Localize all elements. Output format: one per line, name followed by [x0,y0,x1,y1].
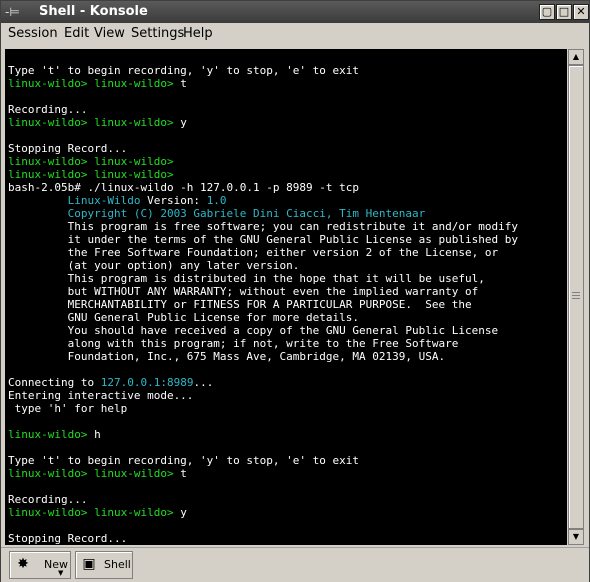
new-session-label: New [44,558,68,571]
terminal-text: Connecting to [8,376,101,389]
dropdown-arrow-icon[interactable]: ▼ [58,569,63,577]
terminal-text: y [180,506,187,519]
terminal-text: but WITHOUT ANY WARRANTY; without even t… [8,285,479,298]
terminal-line: Recording... [8,493,87,506]
terminal-text: 8989 [166,376,194,389]
terminal-text: MERCHANTABILITY or FITNESS FOR A PARTICU… [8,298,472,311]
konsole-window: -⊨ Shell - Konsole ▢ □ ✕ Session Edit Vi… [0,0,590,582]
terminal-text: linux-wildo> linux-wildo> [8,467,181,480]
terminal-line: it under the terms of the GNU General Pu… [8,233,518,246]
terminal-text: Stopping Record... [8,532,128,545]
terminal-line: (at your option) any later version. [8,259,300,272]
title-bar[interactable]: -⊨ Shell - Konsole ▢ □ ✕ [1,1,589,23]
terminal-text: (at your option) any later version. [8,259,300,272]
terminal-text: linux-wildo> linux-wildo> [8,116,181,129]
terminal-line: Stopping Record... [8,142,127,155]
terminal-text: it under the terms of the GNU General Pu… [8,233,518,246]
window-menu-icon[interactable]: -⊨ [5,4,20,20]
terminal-text: Linux-Wildo [8,194,148,207]
session-tab-bar: ✸ New ▼ ▣ Shell [1,547,589,582]
grip-line [572,295,580,296]
terminal-text: This program is distributed in the hope … [8,272,485,285]
scrollbar-thumb[interactable] [568,65,584,529]
menu-edit[interactable]: Edit [64,26,89,42]
terminal-line: Type 't' to begin recording, 'y' to stop… [8,64,359,77]
terminal-text: linux-wildo> [8,428,95,441]
terminal-text: You should have received a copy of the G… [8,324,499,337]
terminal-line: along with this program; if not, write t… [8,337,459,350]
menu-session[interactable]: Session [8,26,58,42]
terminal-output[interactable]: Type 't' to begin recording, 'y' to stop… [5,49,567,545]
terminal-line: linux-wildo> linux-wildo> [8,155,174,168]
grip-line [572,292,580,293]
terminal-text: t [180,77,187,90]
terminal-line: You should have received a copy of the G… [8,324,498,337]
terminal-line: Connecting to 127.0.0.1:8989... [8,376,213,389]
minimize-button[interactable]: ▢ [539,4,555,20]
terminal-line: bash-2.05b# ./linux-wildo -h 127.0.0.1 -… [8,181,359,194]
terminal-line: Linux-Wildo Version: 1.0 [8,194,227,207]
terminal-text: This program is free software; you can r… [8,220,518,233]
terminal-line: linux-wildo> linux-wildo> y [8,506,187,519]
new-session-button[interactable]: ✸ New ▼ [9,551,71,579]
terminal-text: 127.0.0.1: [100,376,167,389]
terminal-line: type 'h' for help [8,402,128,415]
scroll-down-icon[interactable]: ▼ [568,529,584,545]
terminal-text: GNU General Public License for more deta… [8,311,359,324]
terminal-text: Entering interactive mode... [8,389,194,402]
terminal-text: Recording... [8,493,88,506]
terminal-line: GNU General Public License for more deta… [8,311,359,324]
new-session-icon: ✸ [17,556,29,572]
terminal-text: Type 't' to begin recording, 'y' to stop… [8,64,359,77]
terminal-line: the Free Software Foundation; either ver… [8,246,498,259]
scroll-up-icon[interactable]: ▲ [568,49,584,65]
terminal-text: 1.0 [206,194,227,207]
terminal-text: h [94,428,101,441]
grip-line [572,298,580,299]
terminal-text: Foundation, Inc., 675 Mass Ave, Cambridg… [8,350,446,363]
terminal-line: Entering interactive mode... [8,389,193,402]
terminal-text: y [180,116,187,129]
terminal-line: Foundation, Inc., 675 Mass Ave, Cambridg… [8,350,446,363]
terminal-line: Stopping Record... [8,532,127,545]
terminal-line: linux-wildo> linux-wildo> y [8,116,187,129]
terminal-text: Recording... [8,103,88,116]
terminal-text: ... [193,376,214,389]
menu-view[interactable]: View [94,26,125,42]
terminal-text: bash-2.05b# ./linux-wildo -h 127.0.0.1 -… [8,181,359,194]
terminal-text: linux-wildo> linux-wildo> [8,77,181,90]
terminal-line: Type 't' to begin recording, 'y' to stop… [8,454,359,467]
terminal-line: linux-wildo> linux-wildo> t [8,77,187,90]
terminal-line: linux-wildo> linux-wildo> [8,168,174,181]
maximize-button[interactable]: □ [556,4,572,20]
terminal-text: along with this program; if not, write t… [8,337,459,350]
vertical-scrollbar[interactable]: ▲ ▼ [568,49,584,545]
terminal-line: Recording... [8,103,87,116]
terminal-line: This program is distributed in the hope … [8,272,485,285]
terminal-text: linux-wildo> linux-wildo> [8,168,174,181]
shell-tab-label: Shell [104,558,131,571]
terminal-text: Stopping Record... [8,142,128,155]
terminal-text: the Free Software Foundation; either ver… [8,246,499,259]
terminal-text: Copyright (C) 2003 Gabriele Dini Ciacci,… [8,207,426,220]
menu-help[interactable]: Help [183,26,213,42]
menu-settings[interactable]: Settings [131,26,184,42]
terminal-text: t [180,467,187,480]
terminal-text: type 'h' for help [8,402,128,415]
menu-bar: Session Edit View Settings Help [1,23,589,45]
terminal-line: but WITHOUT ANY WARRANTY; without even t… [8,285,479,298]
terminal-line: This program is free software; you can r… [8,220,518,233]
terminal-text: linux-wildo> linux-wildo> [8,506,181,519]
terminal-line: MERCHANTABILITY or FITNESS FOR A PARTICU… [8,298,472,311]
terminal-text: Type 't' to begin recording, 'y' to stop… [8,454,359,467]
shell-session-tab[interactable]: ▣ Shell [75,551,133,579]
terminal-text: Version: [147,194,207,207]
shell-icon: ▣ [82,556,96,572]
terminal-text: linux-wildo> linux-wildo> [8,155,174,168]
terminal-line: linux-wildo> h [8,428,101,441]
close-button[interactable]: ✕ [573,4,589,20]
terminal-line: linux-wildo> linux-wildo> t [8,467,187,480]
window-title: Shell - Konsole [39,4,148,19]
terminal-line: Copyright (C) 2003 Gabriele Dini Ciacci,… [8,207,426,220]
